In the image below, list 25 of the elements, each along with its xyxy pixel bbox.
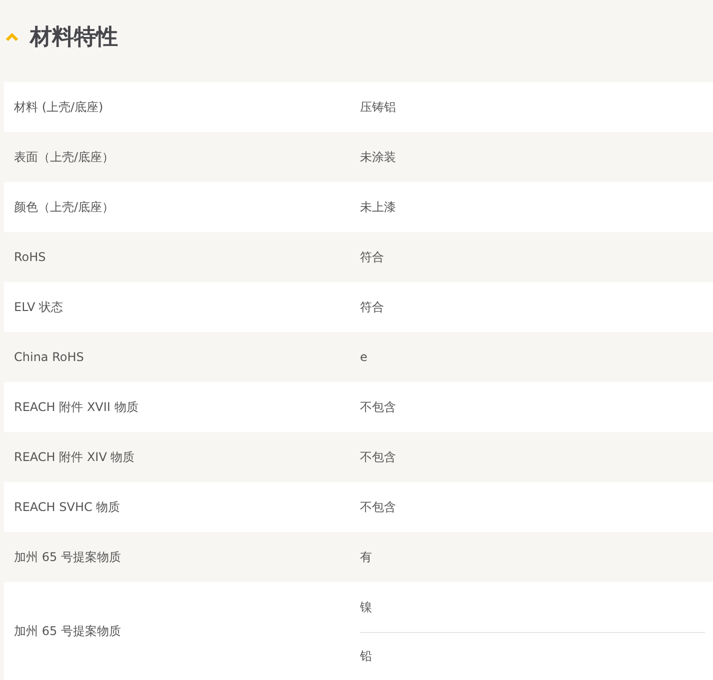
- property-label: REACH 附件 XIV 物质: [14, 450, 135, 464]
- property-label: 加州 65 号提案物质: [14, 624, 121, 638]
- property-value: 不包含: [360, 498, 396, 516]
- chevron-up-icon[interactable]: [5, 32, 19, 42]
- property-value: 镍: [360, 598, 372, 616]
- property-value: 有: [360, 548, 372, 566]
- property-label: 加州 65 号提案物质: [14, 550, 121, 564]
- property-label: 表面（上壳/底座）: [14, 150, 114, 164]
- property-label: 颜色（上壳/底座）: [14, 200, 114, 214]
- property-label: RoHS: [14, 250, 46, 264]
- property-value: 未涂装: [360, 148, 396, 166]
- property-value: 符合: [360, 298, 384, 316]
- property-value: 不包含: [360, 448, 396, 466]
- property-label: REACH 附件 XVII 物质: [14, 400, 138, 414]
- property-value: 不包含: [360, 398, 396, 416]
- property-label: China RoHS: [14, 350, 84, 364]
- property-value: 未上漆: [360, 198, 396, 216]
- property-value: 铅: [360, 648, 372, 665]
- property-label: REACH SVHC 物质: [14, 500, 120, 514]
- property-label: 材料 (上壳/底座): [14, 100, 104, 114]
- property-value: 符合: [360, 248, 384, 266]
- property-value: e: [360, 350, 368, 364]
- property-value: 压铸铝: [360, 98, 396, 116]
- property-label: ELV 状态: [14, 300, 63, 314]
- section-title[interactable]: 材料特性: [30, 22, 118, 52]
